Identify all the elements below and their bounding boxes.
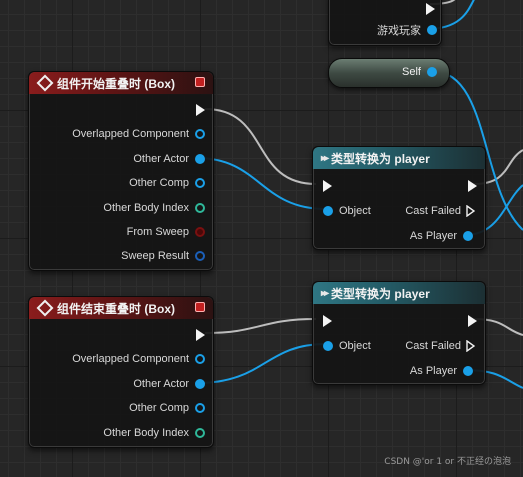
watermark: CSDN @'or 1 or 不正经の泡泡	[384, 457, 511, 467]
pin-other-body-index: Other Body Index	[103, 200, 205, 216]
pin-from-sweep: From Sweep	[127, 224, 205, 240]
delegate-pin[interactable]	[195, 302, 205, 312]
cast-arrows-icon: ▸▸	[321, 287, 329, 299]
cast-failed-label: Cast Failed	[405, 340, 461, 352]
pin-overlapped-component: Overlapped Component	[72, 126, 205, 142]
object-label: Object	[339, 205, 371, 217]
object-in-row: Object	[323, 338, 371, 354]
as-player-label: As Player	[409, 365, 457, 377]
exec-wire-begin-to-cast1	[204, 108, 317, 185]
pin-sweep-result: Sweep Result	[121, 248, 205, 264]
begin-overlap-header: 组件开始重叠时 (Box)	[29, 72, 213, 94]
other-body-index-pin[interactable]	[195, 428, 205, 438]
end-overlap-event-node[interactable]: 组件结束重叠时 (Box) Overlapped Component Other…	[28, 296, 214, 448]
as-player-row: As Player	[410, 363, 473, 379]
exec-out-row	[426, 1, 435, 17]
exec-out-pin[interactable]	[426, 3, 435, 15]
pin-other-actor: Other Actor	[133, 151, 205, 167]
exec-out-pin[interactable]	[196, 329, 205, 341]
exec-out-row	[196, 327, 205, 343]
exec-in-row	[323, 178, 332, 194]
cast-header-1: ▸▸ 类型转换为 player	[313, 147, 485, 169]
object-label: Object	[339, 340, 371, 352]
object-pin[interactable]	[323, 341, 333, 351]
pin-label: Other Comp	[129, 177, 189, 189]
from-sweep-pin[interactable]	[195, 227, 205, 237]
exec-in-row	[323, 313, 332, 329]
exec-out-pin[interactable]	[196, 104, 205, 116]
pin-label: Other Actor	[133, 153, 189, 165]
object-wire-end-actor	[196, 343, 327, 384]
exec-out-row	[468, 313, 477, 329]
player-pin-row: 游戏玩家	[377, 22, 437, 38]
get-player-node[interactable]: 游戏玩家	[328, 0, 442, 46]
cast-failed-label: Cast Failed	[405, 205, 461, 217]
overlapped-component-pin[interactable]	[195, 354, 205, 364]
cast-failed-exec-pin[interactable]	[466, 205, 475, 217]
pin-label: Other Body Index	[103, 427, 189, 439]
pin-label: Other Actor	[133, 378, 189, 390]
begin-overlap-event-node[interactable]: 组件开始重叠时 (Box) Overlapped Component Other…	[28, 71, 214, 271]
pin-other-actor: Other Actor	[133, 376, 205, 392]
pin-overlapped-component: Overlapped Component	[72, 351, 205, 367]
as-player-pin[interactable]	[463, 231, 473, 241]
object-wire-begin-actor	[196, 157, 327, 210]
pin-label: From Sweep	[126, 226, 189, 238]
as-player-pin[interactable]	[463, 366, 473, 376]
pin-label: Other Comp	[129, 402, 189, 414]
pin-label: Overlapped Component	[72, 128, 189, 140]
other-actor-pin[interactable]	[195, 379, 205, 389]
end-overlap-title: 组件结束重叠时 (Box)	[57, 301, 175, 316]
event-diamond-icon	[36, 299, 54, 317]
cast-to-player-node-2[interactable]: ▸▸ 类型转换为 player Object Cast Failed As Pl…	[312, 281, 486, 385]
other-comp-pin[interactable]	[195, 178, 205, 188]
pin-label: Other Body Index	[103, 202, 189, 214]
exec-out-row	[468, 178, 477, 194]
pin-other-body-index: Other Body Index	[103, 425, 205, 441]
other-body-index-pin[interactable]	[195, 203, 205, 213]
cast-header-2: ▸▸ 类型转换为 player	[313, 282, 485, 304]
self-pin[interactable]	[427, 67, 437, 77]
end-overlap-header: 组件结束重叠时 (Box)	[29, 297, 213, 319]
player-pin-label: 游戏玩家	[377, 25, 421, 37]
begin-overlap-title: 组件开始重叠时 (Box)	[57, 76, 175, 91]
cast-title-2: 类型转换为 player	[331, 286, 430, 301]
exec-out-pin[interactable]	[468, 180, 477, 192]
player-pin[interactable]	[427, 25, 437, 35]
self-node[interactable]: Self	[328, 58, 450, 88]
pin-other-comp: Other Comp	[129, 175, 205, 191]
cast-failed-row: Cast Failed	[405, 203, 475, 219]
as-player-label: As Player	[409, 230, 457, 242]
cast-failed-row: Cast Failed	[405, 338, 475, 354]
exec-in-pin[interactable]	[323, 180, 332, 192]
other-actor-pin[interactable]	[195, 154, 205, 164]
as-player-row: As Player	[410, 228, 473, 244]
cast-failed-exec-pin[interactable]	[466, 340, 475, 352]
other-comp-pin[interactable]	[195, 403, 205, 413]
delegate-pin[interactable]	[195, 77, 205, 87]
event-diamond-icon	[36, 74, 54, 92]
pin-label: Sweep Result	[121, 250, 189, 262]
pin-other-comp: Other Comp	[129, 400, 205, 416]
exec-out-row	[196, 102, 205, 118]
self-label: Self	[402, 66, 421, 78]
cast-title-1: 类型转换为 player	[331, 151, 430, 166]
object-in-row: Object	[323, 203, 371, 219]
overlapped-component-pin[interactable]	[195, 129, 205, 139]
cast-to-player-node-1[interactable]: ▸▸ 类型转换为 player Object Cast Failed As Pl…	[312, 146, 486, 250]
exec-in-pin[interactable]	[323, 315, 332, 327]
cast-arrows-icon: ▸▸	[321, 152, 329, 164]
exec-wire-end-to-cast2	[204, 318, 317, 334]
object-pin[interactable]	[323, 206, 333, 216]
pin-label: Overlapped Component	[72, 353, 189, 365]
exec-out-pin[interactable]	[468, 315, 477, 327]
sweep-result-pin[interactable]	[195, 251, 205, 261]
